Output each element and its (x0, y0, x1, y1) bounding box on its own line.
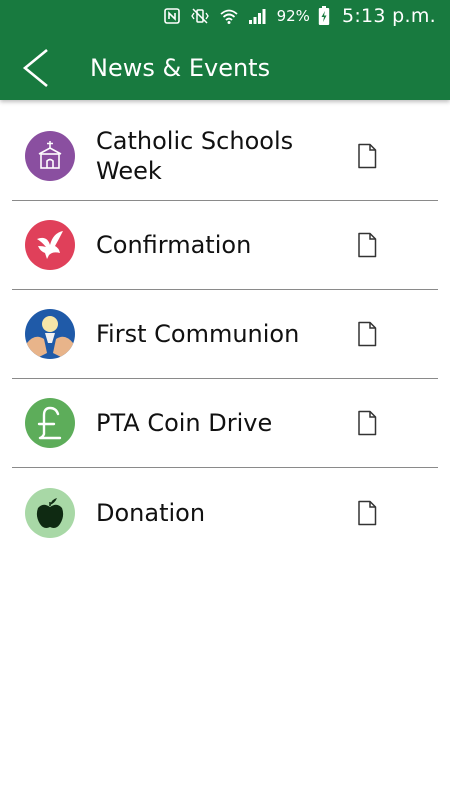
vibrate-mute-icon (190, 8, 209, 24)
clock: 5:13 p.m. (341, 5, 436, 27)
document-icon (358, 143, 377, 169)
status-bar: 92% 5:13 p.m. (0, 0, 450, 32)
document-icon (358, 410, 377, 436)
app-bar: 92% 5:13 p.m. News & Events (0, 0, 450, 100)
signal-icon (248, 9, 266, 24)
list-item[interactable]: PTA Coin Drive (12, 379, 438, 468)
list-item-label: PTA Coin Drive (96, 409, 273, 437)
pound-icon (25, 398, 75, 448)
church-icon (25, 131, 75, 181)
communion-icon (25, 309, 75, 359)
document-icon (358, 500, 377, 525)
dove-icon (25, 220, 75, 270)
list-item[interactable]: Catholic Schools Week (12, 112, 438, 201)
battery-percent: 92% (276, 7, 310, 25)
list-item-label: Donation (96, 498, 206, 527)
list-item[interactable]: Donation (12, 468, 438, 557)
chevron-left-icon (22, 48, 48, 88)
document-icon (358, 232, 377, 258)
document-icon (358, 321, 377, 347)
wifi-icon (220, 9, 238, 24)
page-title: News & Events (90, 54, 271, 82)
list-item[interactable]: First Communion (12, 290, 438, 379)
back-button[interactable] (0, 40, 72, 96)
nfc-icon (163, 8, 180, 24)
battery-charging-icon (318, 6, 330, 25)
list-item[interactable]: Confirmation (12, 201, 438, 290)
list-item-label: Catholic Schools Week (96, 127, 294, 185)
news-events-list: Catholic Schools Week Confirmation First… (0, 112, 450, 557)
list-item-label: First Communion (96, 320, 300, 348)
list-item-label: Confirmation (96, 231, 252, 259)
toolbar: News & Events (0, 40, 450, 96)
apple-icon (25, 487, 75, 538)
